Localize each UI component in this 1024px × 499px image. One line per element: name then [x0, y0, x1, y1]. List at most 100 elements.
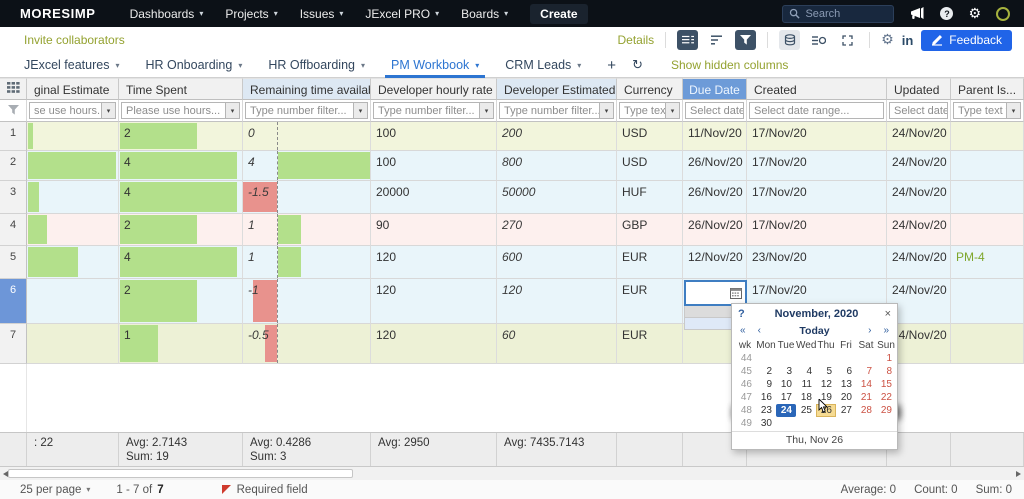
cell-time-spent[interactable]: 2	[119, 214, 243, 246]
cell-time-spent[interactable]: 4	[119, 181, 243, 214]
select-all-corner[interactable]	[0, 78, 27, 100]
cell-currency[interactable]: GBP	[617, 214, 683, 246]
calendar-day[interactable]: 20	[836, 391, 856, 404]
grid-settings-icon[interactable]: ⚙	[881, 33, 894, 47]
calendar-day[interactable]: 9	[756, 378, 776, 391]
calendar-day[interactable]: 15	[876, 378, 896, 391]
chevron-down-icon[interactable]: ▾	[353, 103, 367, 118]
cell-parent-issue[interactable]	[951, 122, 1024, 151]
settings-gear-icon[interactable]: ⚙	[968, 7, 981, 21]
cell-hourly-rate[interactable]: 20000	[371, 181, 497, 214]
next-month-icon[interactable]: ›	[868, 325, 871, 336]
prev-year-icon[interactable]: «	[740, 325, 746, 336]
feedback-button[interactable]: Feedback	[921, 29, 1012, 51]
cell-hourly-rate[interactable]: 120	[371, 246, 497, 279]
cell-time-spent[interactable]: 4	[119, 151, 243, 181]
calendar-day[interactable]: 23	[756, 404, 776, 417]
cell-time-spent[interactable]: 2	[119, 122, 243, 151]
nav-menu-projects[interactable]: Projects ▾	[225, 7, 277, 21]
chevron-down-icon[interactable]: ▾	[599, 103, 613, 118]
cell-dev-estimated[interactable]: 600	[497, 246, 617, 279]
calendar-day[interactable]: 17	[776, 391, 796, 404]
filter-input-dev-estimated[interactable]: Type number filter... ▾	[499, 102, 614, 119]
cell-original-estimate[interactable]	[27, 246, 119, 279]
column-header-currency[interactable]: Currency	[617, 78, 683, 100]
calendar-day[interactable]: 16	[756, 391, 776, 404]
calendar-day[interactable]: 29	[876, 404, 896, 417]
next-year-icon[interactable]: »	[883, 325, 889, 336]
per-page-dropdown[interactable]: 25 per page ▾	[20, 484, 90, 496]
column-header-time-spent[interactable]: Time Spent	[119, 78, 243, 100]
filter-button[interactable]	[735, 30, 757, 50]
linkedin-icon[interactable]: in	[902, 33, 914, 48]
sort-button[interactable]	[706, 30, 727, 50]
cell-parent-issue[interactable]: PM-4	[951, 246, 1024, 279]
invite-collaborators-link[interactable]: Invite collaborators	[24, 33, 125, 47]
filter-input-created[interactable]: Select date range...	[731, 102, 898, 416]
filter-input-time-spent[interactable]: Please use hours... ▾	[121, 102, 240, 119]
calendar-day[interactable]: 12	[816, 378, 836, 391]
column-header-hourly-rate[interactable]: Developer hourly rate	[371, 78, 497, 100]
data-source-button[interactable]	[779, 30, 801, 50]
add-sheet-button[interactable]: +	[607, 57, 616, 74]
row-number[interactable]: 5	[0, 246, 27, 279]
cell-due-date[interactable]: 26/Nov/20	[683, 151, 747, 181]
search-input[interactable]: Search	[782, 4, 895, 23]
calendar-day[interactable]: 7	[856, 365, 876, 378]
cell-original-estimate[interactable]	[27, 279, 119, 324]
cell-original-estimate[interactable]	[27, 122, 119, 151]
filter-input-parent-issue[interactable]: Type text f ▾	[953, 102, 1021, 119]
calendar-day[interactable]: 5	[816, 365, 836, 378]
row-number[interactable]: 7	[0, 324, 27, 364]
cell-currency[interactable]: EUR	[617, 324, 683, 364]
cell-original-estimate[interactable]	[27, 324, 119, 364]
refresh-icon[interactable]: ↻	[632, 58, 643, 73]
cell-updated[interactable]: 24/Nov/20	[887, 122, 951, 151]
cell-due-date[interactable]: 11/Nov/20	[683, 122, 747, 151]
calendar-day[interactable]: 18	[796, 391, 816, 404]
cell-time-spent[interactable]: 4	[119, 246, 243, 279]
column-header-created[interactable]: Created	[747, 78, 887, 100]
fullscreen-button[interactable]	[837, 30, 858, 50]
column-header-due-date[interactable]: Due Date	[683, 78, 747, 100]
cell-created[interactable]: 17/Nov/20	[747, 122, 887, 151]
today-button[interactable]: Today	[799, 325, 829, 337]
cell-parent-issue[interactable]	[951, 279, 1024, 324]
calendar-day[interactable]: 25	[796, 404, 816, 417]
calendar-day[interactable]: 24	[776, 404, 796, 417]
column-header-parent-issue[interactable]: Parent Is...	[951, 78, 1024, 100]
cell-parent-issue[interactable]	[951, 181, 1024, 214]
calendar-day[interactable]: 21	[856, 391, 876, 404]
calendar-day[interactable]: 30	[756, 417, 776, 430]
row-number[interactable]: 4	[0, 214, 27, 246]
calendar-day[interactable]: 27	[836, 404, 856, 417]
sheet-tab-pm-workbook[interactable]: PM Workbook ▾	[384, 53, 486, 78]
user-avatar[interactable]	[996, 6, 1010, 21]
cell-currency[interactable]: USD	[617, 122, 683, 151]
calendar-day[interactable]: 2	[756, 365, 776, 378]
calendar-icon[interactable]	[730, 287, 742, 299]
cell-parent-issue[interactable]	[951, 214, 1024, 246]
cell-currency[interactable]: EUR	[617, 279, 683, 324]
cell-dev-estimated[interactable]: 800	[497, 151, 617, 181]
row-number[interactable]: 1	[0, 122, 27, 151]
calendar-day[interactable]: 14	[856, 378, 876, 391]
cell-time-spent[interactable]: 2	[119, 279, 243, 324]
help-icon[interactable]: ?	[940, 7, 954, 20]
column-header-remaining-time[interactable]: Remaining time available	[243, 78, 371, 100]
cell-updated[interactable]: 24/Nov/20	[887, 246, 951, 279]
cell-hourly-rate[interactable]: 100	[371, 151, 497, 181]
column-header-updated[interactable]: Updated	[887, 78, 951, 100]
cell-currency[interactable]: EUR	[617, 246, 683, 279]
cell-dev-estimated[interactable]: 60	[497, 324, 617, 364]
nav-menu-boards[interactable]: Boards ▾	[461, 7, 508, 21]
prev-month-icon[interactable]: ‹	[758, 325, 761, 336]
filter-input-currency[interactable]: Type text f▾	[619, 102, 680, 119]
cell-parent-issue[interactable]	[951, 324, 1024, 364]
chevron-down-icon[interactable]: ▾	[479, 103, 493, 118]
calendar-day[interactable]: 1	[876, 352, 896, 365]
cell-dev-estimated[interactable]: 120	[497, 279, 617, 324]
cell-dev-estimated[interactable]: 200	[497, 122, 617, 151]
filter-input-updated[interactable]: Select date	[731, 102, 948, 416]
cell-original-estimate[interactable]	[27, 151, 119, 181]
